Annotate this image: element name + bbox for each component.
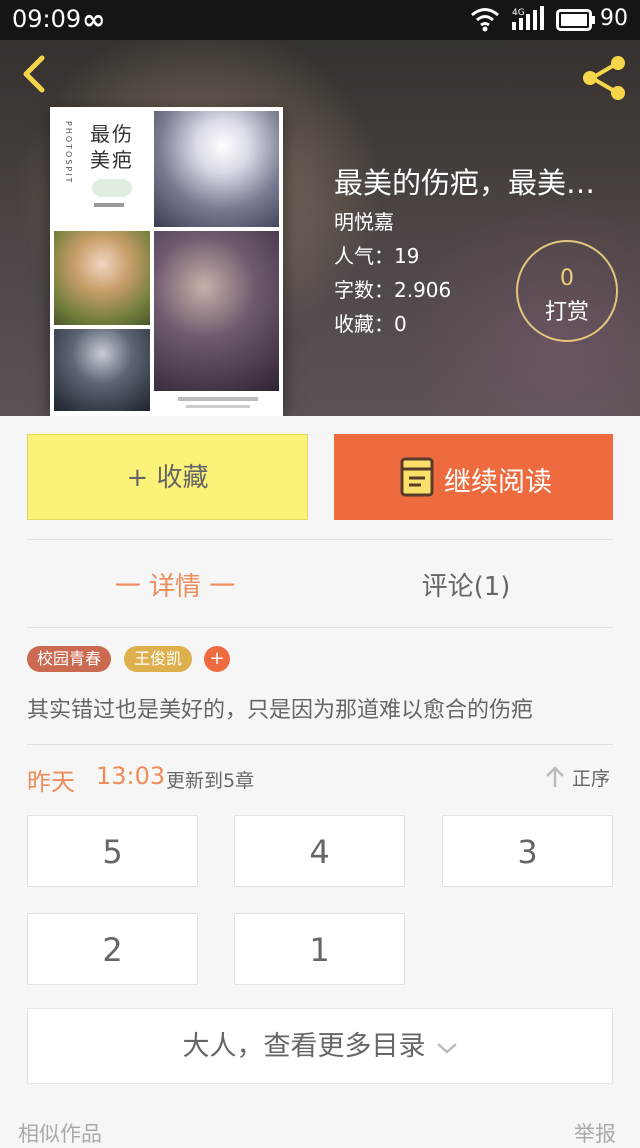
cover-caption-line [186,405,250,408]
book-cover[interactable]: PHOTOSPIT 最伤美疤 [50,107,283,416]
cover-photo-2 [54,231,150,325]
add-tag-button[interactable]: + [204,646,230,672]
clock: 09:09 [12,5,82,33]
tip-count: 0 [560,266,574,291]
divider [27,539,613,540]
report-link[interactable]: 举报 [574,1118,616,1148]
infinity-icon: ∞ [82,3,106,36]
tab-comments[interactable]: 评论(1) [396,566,536,603]
continue-reading-button[interactable]: 继续阅读 [334,434,613,520]
cover-photo-1 [154,111,279,227]
word-count-stat: 字数：2.906 [334,278,452,302]
update-status: 更新到5章 [166,770,255,792]
chapter-button[interactable]: 1 [234,913,405,985]
battery-level: 90 [600,6,628,31]
chevron-down-icon [436,1042,457,1054]
cover-text-panel: PHOTOSPIT 最伤美疤 [54,111,150,227]
chapter-button[interactable]: 2 [27,913,198,985]
more-catalog-button[interactable]: 大人，查看更多目录 [27,1008,613,1084]
tab-detail[interactable]: 一 详情 一 [100,566,250,603]
cover-author-line [94,203,124,207]
book-summary: 其实错过也是美好的，只是因为那道难以愈合的伤疤 [27,698,534,723]
tip-button[interactable]: 0 打赏 [516,240,618,342]
divider [27,744,613,745]
cover-vertical-text: PHOTOSPIT [64,121,73,185]
svg-text:4G: 4G [512,8,525,18]
book-title: 最美的伤疤，最美… [334,166,596,200]
status-bar: 09:09 ∞ 4G 90 [0,0,640,40]
chapter-button[interactable]: 3 [442,815,613,887]
sort-order-label: 正序 [572,768,611,790]
arrow-up-icon [546,766,564,787]
battery-icon [556,9,595,31]
update-time: 13:03 [96,762,166,790]
book-author[interactable]: 明悦嘉 [334,206,394,235]
book-icon [400,457,434,497]
more-catalog-label: 大人，查看更多目录 [182,1031,426,1062]
continue-reading-label: 继续阅读 [444,467,552,498]
add-favorite-button[interactable]: + 收藏 [27,434,308,520]
back-icon[interactable] [14,52,58,96]
chapter-button[interactable]: 5 [27,815,198,887]
update-day: 昨天 [27,768,75,796]
signal-icon: 4G [512,6,544,30]
cover-photo-4 [54,329,150,411]
cover-caption-line [178,397,258,401]
tag-wang-junkai[interactable]: 王俊凯 [124,646,193,672]
cover-subtitle-badge [92,179,132,197]
tip-label: 打赏 [544,300,589,325]
popularity-stat: 人气：19 [334,244,420,268]
share-icon[interactable] [578,52,630,104]
tag-campus-youth[interactable]: 校园青春 [27,646,112,672]
cover-photo-3 [154,231,279,391]
wifi-icon [471,8,499,32]
similar-works-heading: 相似作品 [18,1122,102,1146]
favorites-stat: 收藏：0 [334,312,407,336]
divider [27,627,613,628]
book-header: PHOTOSPIT 最伤美疤 最美的伤疤，最美… 明悦嘉 人气：19 字数：2.… [0,40,640,416]
cover-title: 最伤美疤 [90,122,134,172]
chapter-button[interactable]: 4 [234,815,405,887]
